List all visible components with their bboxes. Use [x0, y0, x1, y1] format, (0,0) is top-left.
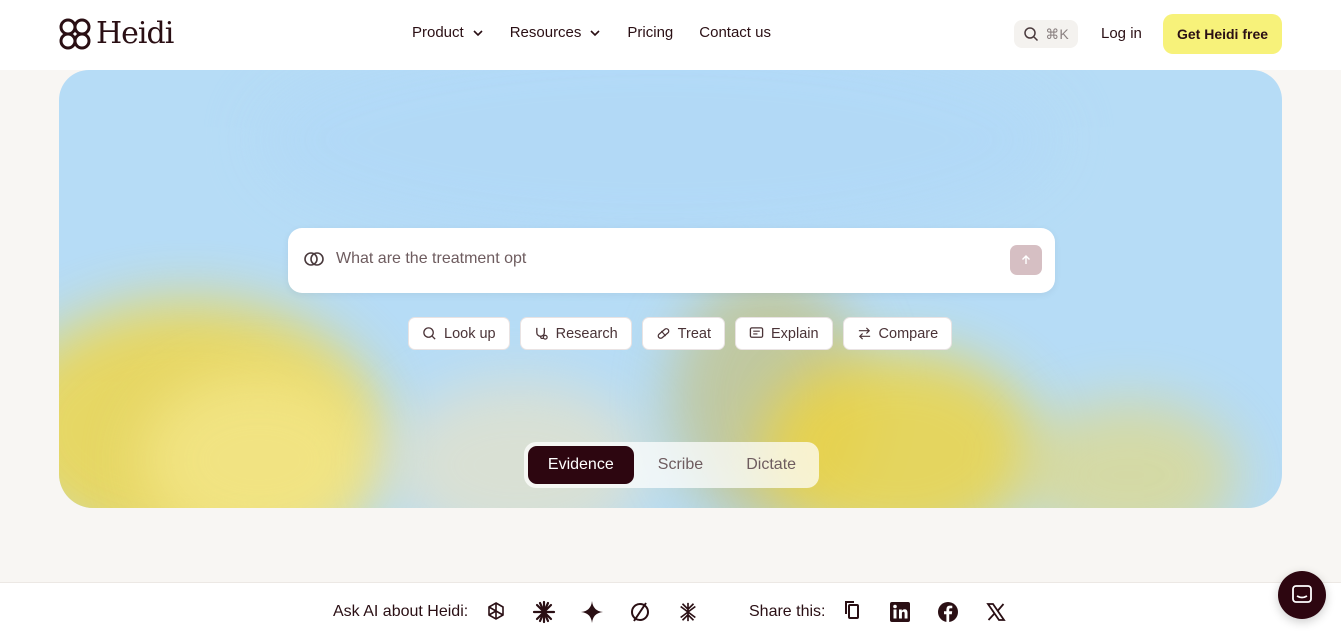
nav-item-label: Product	[412, 24, 464, 41]
share-label: Share this:	[749, 603, 826, 620]
chip-label: Look up	[444, 325, 496, 342]
search-input[interactable]: What are the treatment opt	[336, 250, 526, 268]
chat-icon	[1292, 585, 1312, 603]
nav-item-contact[interactable]: Contact us	[699, 24, 771, 41]
nav-item-pricing[interactable]: Pricing	[627, 24, 673, 41]
site-header: Heidi Product Resources Pricing Contact …	[0, 0, 1341, 70]
stethoscope-icon	[535, 327, 548, 340]
chip-look-up[interactable]: Look up	[408, 317, 510, 350]
ask-ai-label: Ask AI about Heidi:	[333, 603, 469, 620]
search-icon	[423, 327, 436, 340]
search-shortcut: ⌘K	[1045, 25, 1069, 42]
brand-logo[interactable]: Heidi	[58, 16, 174, 51]
chip-label: Treat	[677, 325, 711, 342]
mode-scribe[interactable]: Scribe	[634, 446, 728, 484]
chip-research[interactable]: Research	[519, 317, 632, 350]
chip-explain[interactable]: Explain	[734, 317, 833, 350]
nav-item-product[interactable]: Product	[412, 24, 484, 41]
gemini-icon[interactable]	[579, 599, 605, 625]
hero-background-flower	[1019, 400, 1239, 508]
chip-compare[interactable]: Compare	[842, 317, 953, 350]
message-icon	[749, 327, 764, 338]
chip-treat[interactable]: Treat	[641, 317, 725, 350]
perplexity-icon[interactable]	[627, 599, 653, 625]
heidi-logo-icon	[59, 18, 91, 49]
login-link[interactable]: Log in	[1101, 25, 1142, 42]
share-bar: Ask AI about Heidi: Share this:	[0, 582, 1341, 631]
search-icon	[1024, 27, 1039, 42]
chip-label: Compare	[878, 325, 939, 342]
copy-icon[interactable]	[839, 597, 865, 623]
grok-icon[interactable]	[675, 599, 701, 625]
swap-icon	[858, 327, 870, 340]
nav-item-label: Resources	[509, 24, 582, 41]
nav-item-resources[interactable]: Resources	[510, 24, 602, 41]
openai-icon[interactable]	[483, 599, 509, 625]
main-nav: Product Resources Pricing Contact us	[412, 24, 771, 41]
chevron-down-icon	[590, 29, 600, 36]
quick-action-chips: Look up Research Treat Explain Compare	[408, 317, 953, 350]
chat-launcher-button[interactable]	[1278, 571, 1326, 619]
chip-label: Explain	[770, 325, 819, 342]
chip-label: Research	[555, 325, 618, 342]
nav-item-label: Pricing	[627, 24, 674, 41]
hero-background-sky	[259, 70, 1059, 250]
nav-item-label: Contact us	[699, 24, 771, 41]
heidi-mark-icon	[304, 252, 324, 266]
pill-icon	[657, 328, 670, 339]
facebook-icon[interactable]	[935, 599, 961, 625]
arrow-up-icon	[1022, 255, 1030, 264]
claude-icon[interactable]	[531, 599, 557, 625]
site-search-button[interactable]: ⌘K	[1014, 20, 1078, 48]
linkedin-icon[interactable]	[887, 599, 913, 625]
mode-toggle: Evidence Scribe Dictate	[524, 442, 819, 488]
mode-evidence[interactable]: Evidence	[528, 446, 634, 484]
send-button[interactable]	[1010, 245, 1042, 275]
ai-search-box[interactable]: What are the treatment opt	[288, 228, 1055, 293]
mode-dictate[interactable]: Dictate	[727, 446, 815, 484]
chevron-down-icon	[473, 29, 483, 36]
get-heidi-free-button[interactable]: Get Heidi free	[1163, 14, 1282, 54]
brand-name: Heidi	[96, 16, 174, 51]
x-icon[interactable]	[983, 599, 1009, 625]
